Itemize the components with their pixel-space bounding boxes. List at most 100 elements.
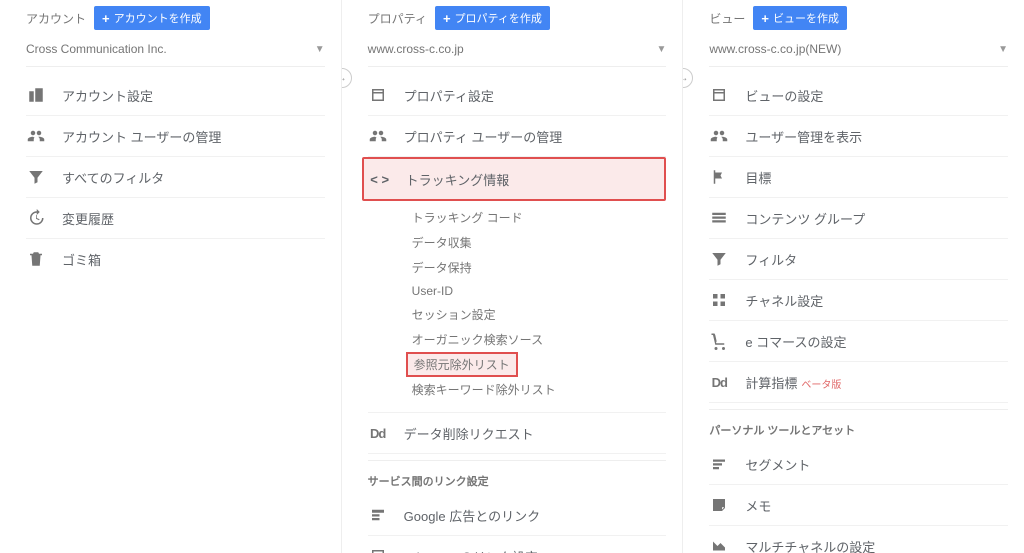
notes-item[interactable]: メモ bbox=[709, 485, 1008, 526]
view-selected-label: www.cross-c.co.jp(NEW) bbox=[709, 42, 841, 56]
nav-label: メモ bbox=[745, 496, 771, 515]
plus-icon: + bbox=[443, 12, 451, 25]
note-icon bbox=[709, 495, 729, 515]
users-icon bbox=[368, 126, 388, 146]
all-filters-item[interactable]: すべてのフィルタ bbox=[26, 157, 325, 198]
gads-icon bbox=[368, 505, 388, 525]
view-selector[interactable]: www.cross-c.co.jp(NEW) ▼ bbox=[709, 36, 1008, 67]
view-title: ビュー bbox=[709, 10, 745, 27]
nav-label: AdSense のリンク設定 bbox=[404, 547, 538, 553]
nav-label: Google 広告とのリンク bbox=[404, 506, 540, 525]
nav-label: ゴミ箱 bbox=[62, 250, 101, 269]
tracking-code-item[interactable]: トラッキング コード bbox=[406, 205, 667, 230]
nav-label: データ削除リクエスト bbox=[404, 424, 534, 443]
cart-icon bbox=[709, 331, 729, 351]
data-deletion-item[interactable]: Dd データ削除リクエスト bbox=[368, 413, 667, 454]
keyword-exclusion-item[interactable]: 検索キーワード除外リスト bbox=[406, 377, 667, 402]
data-collection-item[interactable]: データ収集 bbox=[406, 230, 667, 255]
nav-label: セグメント bbox=[745, 455, 810, 474]
collapse-connector-left[interactable]: ↔ bbox=[342, 68, 352, 88]
flag-icon bbox=[709, 167, 729, 187]
page-icon bbox=[368, 546, 388, 553]
property-header: プロパティ + プロパティを作成 bbox=[368, 6, 667, 30]
trash-icon bbox=[26, 249, 46, 269]
account-users-item[interactable]: アカウント ユーザーの管理 bbox=[26, 116, 325, 157]
nav-label: すべてのフィルタ bbox=[62, 168, 164, 187]
property-selector[interactable]: www.cross-c.co.jp ▼ bbox=[368, 36, 667, 67]
create-view-button[interactable]: + ビューを作成 bbox=[753, 6, 847, 30]
users-icon bbox=[709, 126, 729, 146]
google-ads-link-item[interactable]: Google 広告とのリンク bbox=[368, 495, 667, 536]
nav-label: プロパティ ユーザーの管理 bbox=[404, 127, 563, 146]
account-selector[interactable]: Cross Communication Inc. ▼ bbox=[26, 36, 325, 67]
property-title: プロパティ bbox=[368, 10, 427, 27]
trash-item[interactable]: ゴミ箱 bbox=[26, 239, 325, 279]
nav-label: トラッキング情報 bbox=[406, 170, 510, 189]
organic-search-item[interactable]: オーガニック検索ソース bbox=[406, 327, 667, 352]
plus-icon: + bbox=[761, 12, 769, 25]
filter-item[interactable]: フィルタ bbox=[709, 239, 1008, 280]
property-settings-item[interactable]: プロパティ設定 bbox=[368, 75, 667, 116]
view-header: ビュー + ビューを作成 bbox=[709, 6, 1008, 30]
create-account-button[interactable]: + アカウントを作成 bbox=[94, 6, 210, 30]
dd-icon: Dd bbox=[709, 372, 729, 392]
collapse-connector-right[interactable]: ↔ bbox=[683, 68, 693, 88]
page-icon bbox=[709, 85, 729, 105]
view-column: ↔ ビュー + ビューを作成 www.cross-c.co.jp(NEW) ▼ … bbox=[683, 0, 1024, 553]
page-icon bbox=[368, 85, 388, 105]
link-section-header: サービス間のリンク設定 bbox=[368, 460, 667, 495]
nav-label: チャネル設定 bbox=[745, 291, 823, 310]
ecommerce-item[interactable]: e コマースの設定 bbox=[709, 321, 1008, 362]
nav-label: アカウント設定 bbox=[62, 86, 153, 105]
adsense-link-item[interactable]: AdSense のリンク設定 bbox=[368, 536, 667, 553]
multichannel-item[interactable]: マルチチャネルの設定 bbox=[709, 526, 1008, 553]
calculated-metrics-item[interactable]: Dd 計算指標ベータ版 bbox=[709, 362, 1008, 403]
nav-label: e コマースの設定 bbox=[745, 332, 846, 351]
session-settings-item[interactable]: セッション設定 bbox=[406, 302, 667, 327]
nav-label: プロパティ設定 bbox=[404, 86, 494, 105]
segments-item[interactable]: セグメント bbox=[709, 444, 1008, 485]
nav-label: 計算指標ベータ版 bbox=[745, 373, 841, 392]
create-property-button[interactable]: + プロパティを作成 bbox=[435, 6, 550, 30]
code-icon: < > bbox=[370, 169, 390, 189]
user-id-item[interactable]: User-ID bbox=[406, 280, 667, 302]
chevron-down-icon: ▼ bbox=[998, 44, 1008, 55]
change-history-item[interactable]: 変更履歴 bbox=[26, 198, 325, 239]
referral-exclusion-item[interactable]: 参照元除外リスト bbox=[406, 352, 518, 377]
segment-icon bbox=[709, 454, 729, 474]
filter-icon bbox=[26, 167, 46, 187]
create-view-label: ビューを作成 bbox=[773, 10, 839, 26]
property-selected-label: www.cross-c.co.jp bbox=[368, 42, 464, 56]
nav-label: 目標 bbox=[745, 168, 771, 187]
chevron-down-icon: ▼ bbox=[315, 44, 325, 55]
goals-item[interactable]: 目標 bbox=[709, 157, 1008, 198]
dd-icon: Dd bbox=[368, 423, 388, 443]
data-retention-item[interactable]: データ保持 bbox=[406, 255, 667, 280]
filter-icon bbox=[709, 249, 729, 269]
create-property-label: プロパティを作成 bbox=[455, 10, 542, 26]
view-users-item[interactable]: ユーザー管理を表示 bbox=[709, 116, 1008, 157]
tracking-info-item[interactable]: < > トラッキング情報 bbox=[362, 157, 667, 201]
multichannel-icon bbox=[709, 536, 729, 553]
nav-label: ビューの設定 bbox=[745, 86, 823, 105]
channel-icon bbox=[709, 290, 729, 310]
nav-label: マルチチャネルの設定 bbox=[745, 537, 875, 553]
content-group-item[interactable]: コンテンツ グループ bbox=[709, 198, 1008, 239]
plus-icon: + bbox=[102, 12, 110, 25]
account-title: アカウント bbox=[26, 10, 86, 27]
chevron-down-icon: ▼ bbox=[656, 44, 666, 55]
history-icon bbox=[26, 208, 46, 228]
account-settings-item[interactable]: アカウント設定 bbox=[26, 75, 325, 116]
channel-settings-item[interactable]: チャネル設定 bbox=[709, 280, 1008, 321]
account-selected-label: Cross Communication Inc. bbox=[26, 42, 167, 56]
tracking-sublist: トラッキング コード データ収集 データ保持 User-ID セッション設定 オ… bbox=[368, 201, 667, 413]
view-settings-item[interactable]: ビューの設定 bbox=[709, 75, 1008, 116]
nav-label: フィルタ bbox=[745, 250, 797, 269]
nav-label: ユーザー管理を表示 bbox=[745, 127, 862, 146]
building-icon bbox=[26, 85, 46, 105]
nav-label: コンテンツ グループ bbox=[745, 209, 865, 228]
account-column: アカウント + アカウントを作成 Cross Communication Inc… bbox=[0, 0, 342, 553]
create-account-label: アカウントを作成 bbox=[114, 10, 202, 26]
property-users-item[interactable]: プロパティ ユーザーの管理 bbox=[368, 116, 667, 157]
users-icon bbox=[26, 126, 46, 146]
